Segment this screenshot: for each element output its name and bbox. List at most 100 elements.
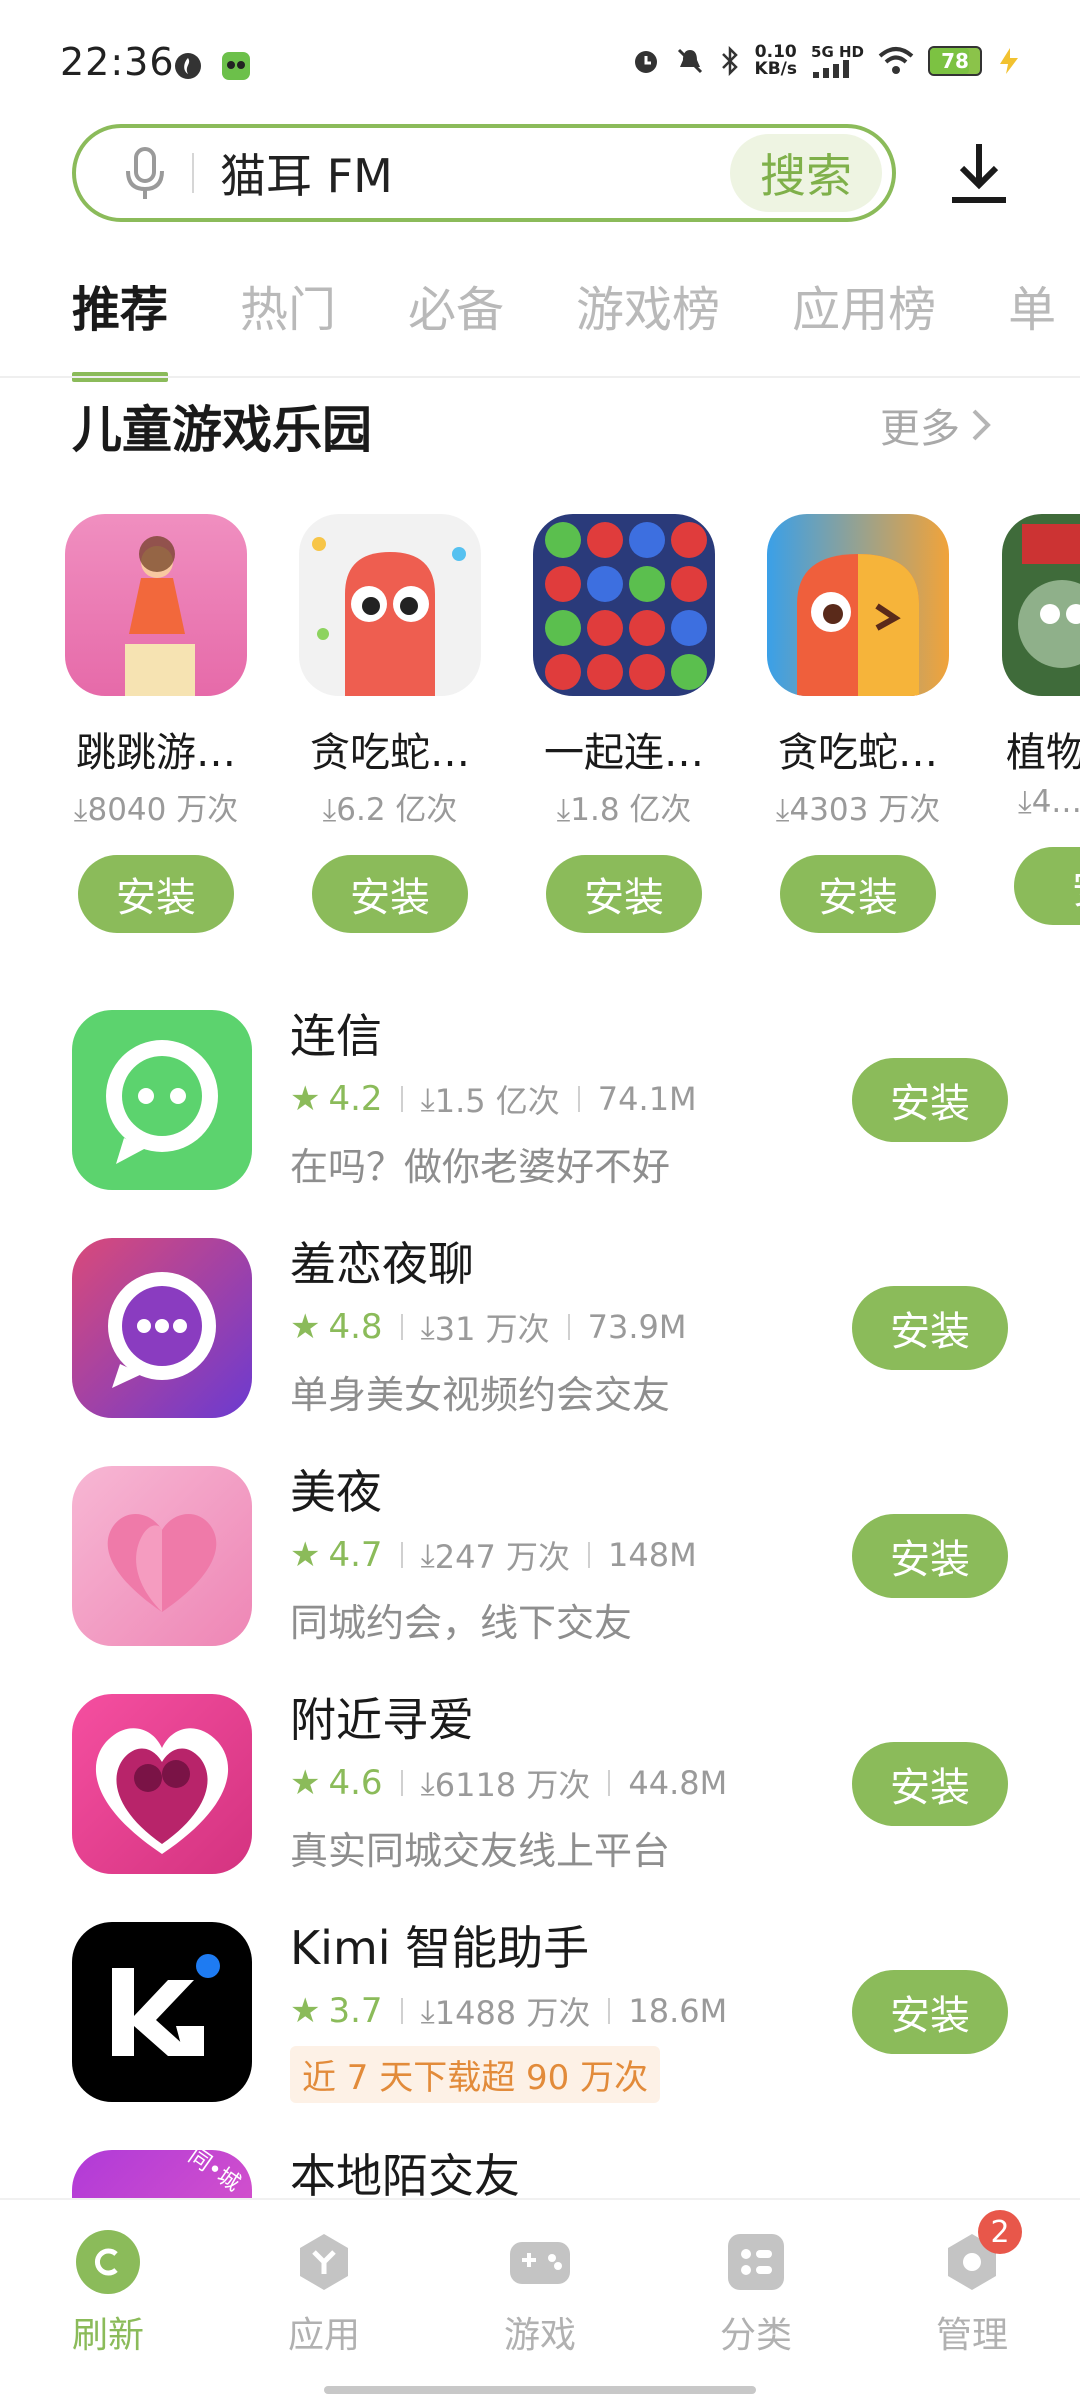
app-meta: ★ 4.6 ⤓ 6118 万次 44.8M — [290, 1763, 728, 1804]
search-input[interactable]: 猫耳 FM — [220, 140, 730, 206]
game-name: 贪吃蛇… — [310, 730, 470, 776]
tab-app-chart[interactable]: 应用榜 — [792, 270, 936, 360]
game-downloads: ⤓4303 万次 — [775, 792, 941, 828]
charging-icon — [1000, 48, 1018, 74]
star-icon: ★ — [290, 1535, 321, 1575]
category-icon — [724, 2230, 788, 2294]
game-card[interactable]: 一起连… ⤓1.8 亿次 安装 — [524, 514, 724, 933]
apps-icon — [292, 2230, 356, 2294]
refresh-icon — [76, 2230, 140, 2294]
game-name: 植物… — [1006, 730, 1080, 776]
tab-hot[interactable]: 热门 — [240, 270, 336, 360]
list-item[interactable]: 附近寻爱 ★ 4.6 ⤓ 6118 万次 44.8M 真实同城交友线上平台 安装 — [0, 1693, 1080, 1922]
app-meta: ★ 4.7 ⤓ 247 万次 148M — [290, 1535, 697, 1576]
more-label: 更多 — [880, 406, 960, 452]
game-icon-fruit-link — [533, 514, 715, 696]
game-downloads: ⤓8040 万次 — [73, 792, 239, 828]
section-more-link[interactable]: 更多 — [880, 396, 992, 454]
app-name: 本地陌交友 — [290, 2150, 520, 2198]
app-meta: ★ 4.2 ⤓ 1.5 亿次 74.1M — [290, 1079, 697, 1120]
search-button[interactable]: 搜索 — [730, 134, 882, 212]
star-icon: ★ — [290, 1991, 321, 2031]
app-name: Kimi 智能助手 — [290, 1921, 590, 1975]
app-icon-lianxin — [72, 1010, 252, 1190]
flame-icon — [175, 53, 201, 79]
nav-refresh[interactable]: 刷新 — [38, 2230, 178, 2358]
mute-icon — [677, 48, 702, 74]
star-icon: ★ — [290, 1307, 321, 1347]
install-button[interactable]: 安装 — [852, 1742, 1008, 1826]
list-item[interactable]: 羞恋夜聊 ★ 4.8 ⤓ 31 万次 73.9M 单身美女视频约会交友 安装 — [0, 1237, 1080, 1466]
game-card[interactable]: 跳跳游… ⤓8040 万次 安装 — [56, 514, 256, 933]
install-button[interactable]: 安装 — [78, 855, 234, 933]
install-button[interactable]: 安装 — [852, 1970, 1008, 2054]
install-button[interactable]: 安装 — [312, 855, 468, 933]
app-description: 单身美女视频约会交友 — [290, 1373, 671, 1417]
game-name: 一起连… — [544, 730, 704, 776]
featured-games-row: 跳跳游… ⤓8040 万次 安装 贪吃蛇… ⤓6.2 亿次 安装 一起连… ⤓1… — [0, 514, 1080, 934]
tab-recommend[interactable]: 推荐 — [72, 270, 169, 382]
bottom-nav: 刷新 应用 游戏 分类 2 管理 — [0, 2198, 1080, 2400]
microphone-icon[interactable] — [120, 143, 170, 203]
install-button[interactable]: 安装 — [852, 1058, 1008, 1142]
wifi-icon — [878, 47, 914, 74]
game-card[interactable]: 贪吃蛇… ⤓4303 万次 安装 — [758, 514, 958, 933]
tab-game-chart[interactable]: 游戏榜 — [576, 270, 720, 360]
list-item[interactable]: 美夜 ★ 4.7 ⤓ 247 万次 148M 同城约会，线下交友 安装 — [0, 1465, 1080, 1694]
app-name: 美夜 — [290, 1465, 382, 1519]
tab-essential[interactable]: 必备 — [408, 270, 504, 360]
install-button[interactable]: 安装 — [546, 855, 702, 933]
search-bar[interactable]: 猫耳 FM 搜索 — [72, 124, 896, 222]
install-button[interactable]: 安装 — [780, 855, 936, 933]
game-downloads: ⤓1.8 亿次 — [556, 792, 692, 828]
app-name: 羞恋夜聊 — [290, 1237, 474, 1291]
bluetooth-icon — [721, 46, 738, 76]
app-icon-chat — [72, 1238, 252, 1418]
game-card[interactable]: 植物… ⤓4.… 安 — [992, 514, 1080, 925]
tab-more[interactable]: 单 — [1008, 270, 1056, 360]
app-description: 真实同城交友线上平台 — [290, 1829, 671, 1873]
nav-manage[interactable]: 2 管理 — [902, 2210, 1042, 2358]
game-icon-snake-2 — [767, 514, 949, 696]
app-name: 连信 — [290, 1009, 382, 1063]
download-icon[interactable] — [948, 140, 1010, 206]
chevron-right-icon — [972, 409, 991, 441]
install-button[interactable]: 安装 — [852, 1514, 1008, 1598]
nav-apps[interactable]: 应用 — [254, 2230, 394, 2358]
app-description: 在吗？做你老婆好不好 — [290, 1145, 671, 1189]
home-indicator[interactable] — [324, 2386, 756, 2394]
app-icon-local-dating: 同•城 — [72, 2150, 252, 2198]
status-time: 22:36 — [60, 40, 175, 84]
alarm-icon — [634, 51, 657, 73]
search-divider — [192, 153, 194, 193]
game-downloads: ⤓6.2 亿次 — [322, 792, 458, 828]
gamepad-icon — [508, 2230, 572, 2294]
list-item[interactable]: 同•城 本地陌交友 — [0, 2150, 1080, 2198]
app-icon-kimi — [72, 1922, 252, 2102]
star-icon: ★ — [290, 1763, 321, 1803]
game-icon-plants-zombies — [1002, 514, 1080, 696]
list-item[interactable]: 连信 ★ 4.2 ⤓ 1.5 亿次 74.1M 在吗？做你老婆好不好 安装 — [0, 1009, 1080, 1238]
install-button[interactable]: 安 — [1014, 847, 1080, 925]
section-title: 儿童游戏乐园 — [72, 401, 372, 459]
cellular-signal: 5G HD — [811, 44, 864, 78]
download-trend-tag: 近 7 天下载超 90 万次 — [290, 2046, 661, 2103]
game-icon-snake — [299, 514, 481, 696]
signal-icon — [813, 59, 850, 78]
nav-games[interactable]: 游戏 — [470, 2230, 610, 2358]
app-description: 同城约会，线下交友 — [290, 1601, 633, 1645]
nav-category[interactable]: 分类 — [686, 2230, 826, 2358]
list-item[interactable]: Kimi 智能助手 ★ 3.7 ⤓ 1488 万次 18.6M 近 7 天下载超 90 … — [0, 1921, 1080, 2150]
app-name: 附近寻爱 — [290, 1693, 474, 1747]
network-speed: 0.10 KB/s — [754, 42, 798, 79]
game-card[interactable]: 贪吃蛇… ⤓6.2 亿次 安装 — [290, 514, 490, 933]
game-name: 贪吃蛇… — [778, 730, 938, 776]
game-icon-jump — [65, 514, 247, 696]
app-notification-icon — [222, 52, 250, 80]
game-downloads: ⤓4.… — [1018, 784, 1080, 820]
install-button[interactable]: 安装 — [852, 1286, 1008, 1370]
status-bar: 22:36 0.10 KB/s 5G HD 78 — [0, 0, 1080, 120]
app-icon-heart — [72, 1466, 252, 1646]
star-icon: ★ — [290, 1079, 321, 1119]
notification-badge: 2 — [978, 2210, 1022, 2254]
